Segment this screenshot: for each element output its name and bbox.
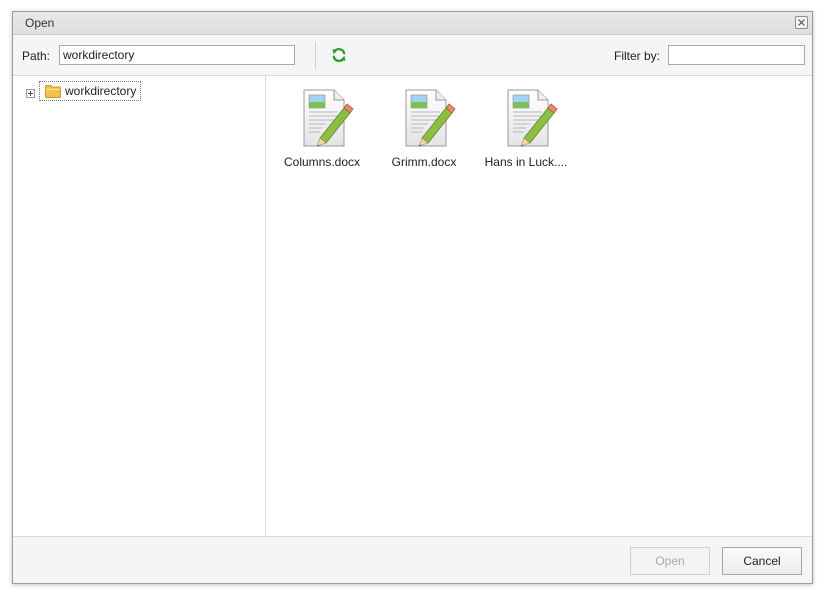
dialog-titlebar[interactable]: Open [13,12,812,35]
plus-expander-icon[interactable] [26,89,35,98]
close-icon [798,19,805,26]
folder-icon [45,85,61,98]
dialog-toolbar: Path: Filter by: [13,35,812,76]
document-edit-icon [303,89,354,147]
document-edit-icon [405,89,456,147]
file-list-panel: Columns.docx Grimm.docx Hans in Luck.... [266,76,812,536]
file-name: Columns.docx [283,155,361,169]
refresh-button[interactable] [331,47,347,63]
file-item[interactable]: Hans in Luck.... [480,88,572,172]
file-item[interactable]: Grimm.docx [378,88,470,172]
path-label: Path: [22,49,51,63]
dialog-title: Open [25,16,55,30]
close-button[interactable] [795,16,808,29]
open-button[interactable]: Open [630,547,710,575]
tree-node-workdirectory[interactable]: workdirectory [39,81,142,101]
refresh-icon [332,47,346,63]
dialog-footer: Open Cancel [13,536,812,583]
document-edit-icon [507,89,558,147]
file-item[interactable]: Columns.docx [276,88,368,172]
tree-node-label: workdirectory [65,84,137,98]
cancel-button[interactable]: Cancel [722,547,802,575]
toolbar-divider [315,42,316,69]
open-dialog: Open Path: Filter by: [12,11,813,584]
filter-input[interactable] [668,45,805,65]
file-name: Hans in Luck.... [484,155,568,169]
path-input[interactable] [59,45,295,65]
folder-tree-panel: workdirectory [13,76,266,536]
file-name: Grimm.docx [391,155,457,169]
filter-label: Filter by: [614,49,661,63]
